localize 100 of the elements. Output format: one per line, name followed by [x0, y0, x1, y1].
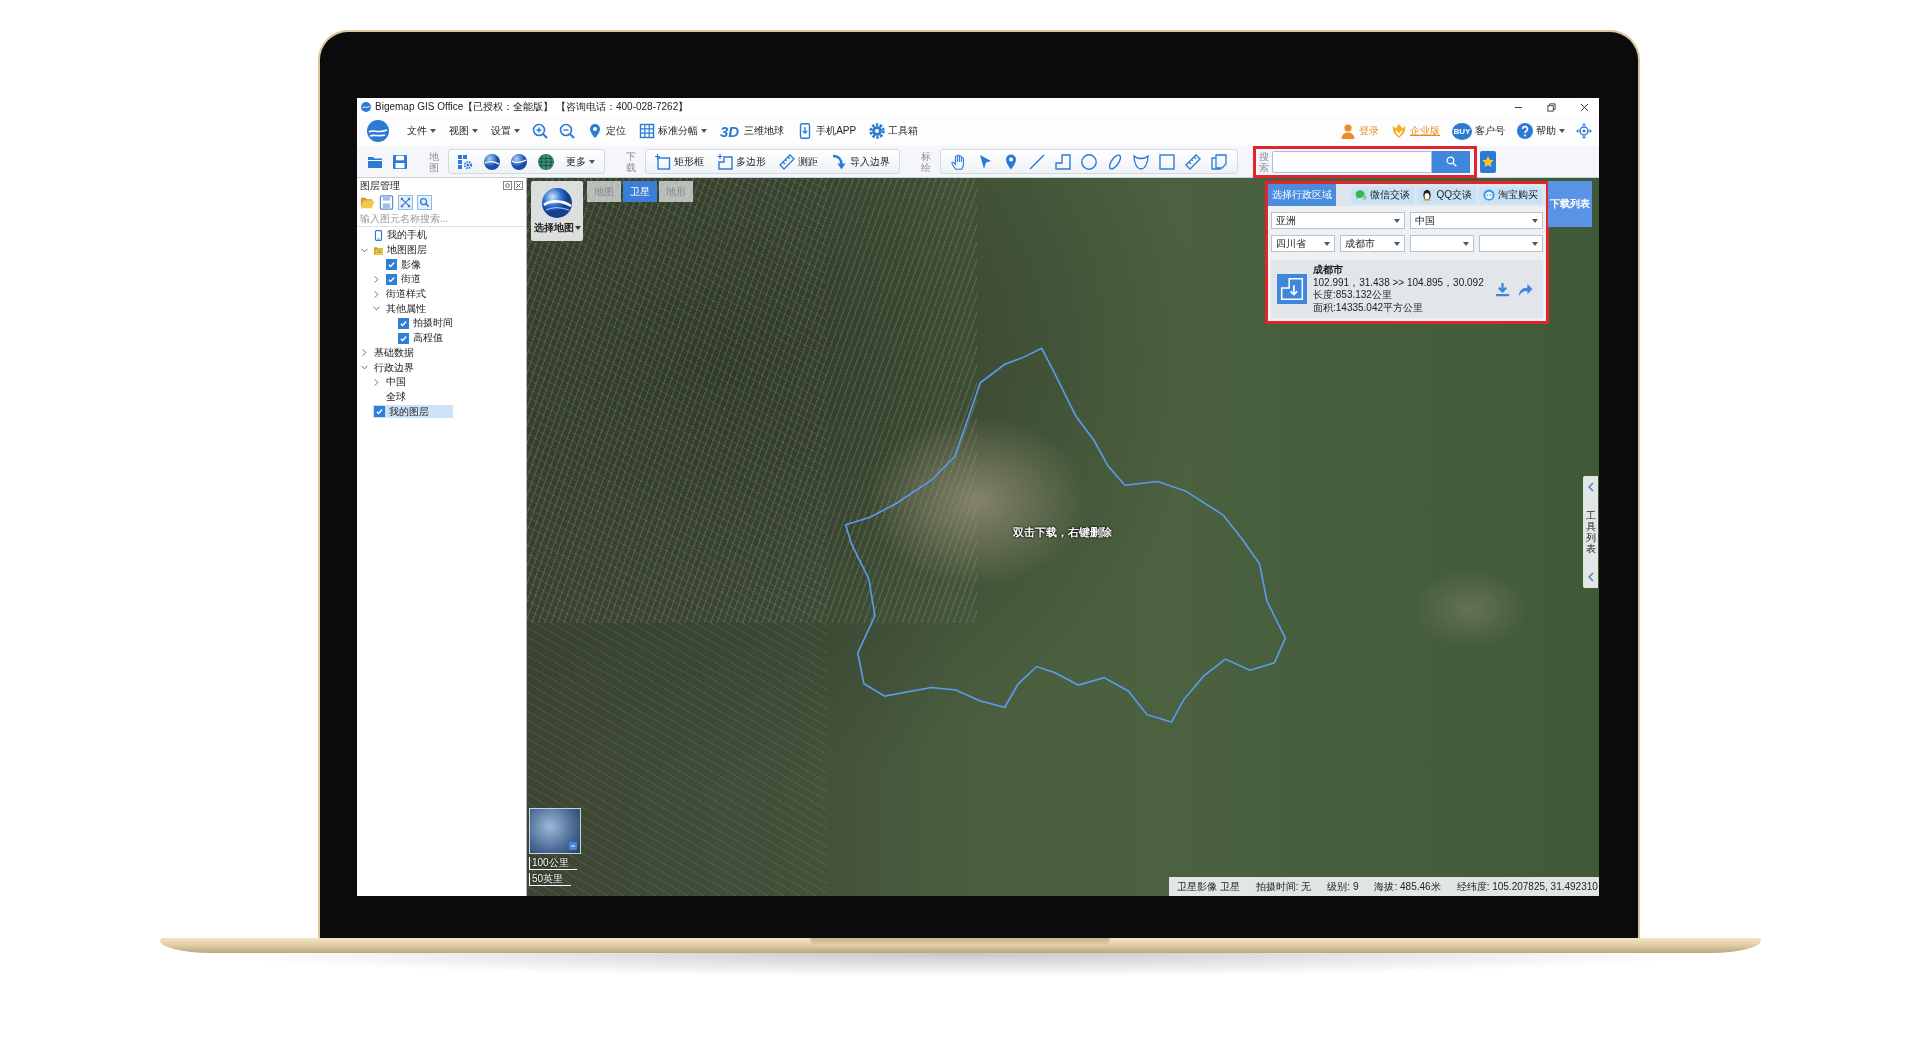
caret-icon: [1559, 129, 1565, 133]
dock-icon[interactable]: [503, 181, 512, 190]
help-button[interactable]: 帮助: [1516, 123, 1566, 139]
tree-item[interactable]: 中国: [385, 375, 409, 389]
cup-shape-icon[interactable]: [1133, 153, 1149, 170]
satellite-map-photo[interactable]: [527, 178, 1599, 896]
toolbar-caption: 搜索: [1259, 150, 1269, 173]
expand-arrows-icon[interactable]: [398, 194, 413, 210]
tree-item[interactable]: 基础数据: [373, 346, 417, 360]
hand-icon[interactable]: [951, 153, 967, 170]
grid-icon: [639, 123, 655, 139]
download-tool-button[interactable]: 矩形框: [654, 153, 705, 170]
save-icon[interactable]: [379, 194, 394, 210]
tree-item[interactable]: 地图图层: [373, 243, 430, 257]
zoom-out-icon[interactable]: [559, 123, 575, 139]
download-tool-button[interactable]: 多边形: [716, 153, 767, 170]
layer-search-field[interactable]: 输入图元名称搜索...: [357, 211, 526, 227]
tree-item[interactable]: 拍摄时间: [397, 316, 456, 330]
checkbox[interactable]: [374, 406, 385, 418]
chevron-down-icon[interactable]: [361, 364, 368, 372]
dropdown[interactable]: 四川省: [1271, 235, 1336, 252]
dropdown[interactable]: 中国: [1409, 212, 1543, 229]
chevron-right-icon[interactable]: [361, 349, 368, 357]
tree-item[interactable]: 行政边界: [373, 361, 417, 375]
search-icon[interactable]: [417, 194, 432, 210]
chevron-right-icon[interactable]: [373, 275, 380, 283]
menu-button[interactable]: 设置: [490, 124, 521, 138]
tree-item[interactable]: 其他属性: [385, 302, 429, 316]
globe-icon[interactable]: [484, 153, 500, 170]
toolbox-button[interactable]: 工具箱: [868, 123, 920, 139]
locate-button[interactable]: 定位: [586, 123, 627, 139]
chevron-left-icon[interactable]: [1587, 572, 1594, 582]
sheet-button[interactable]: 标准分幅: [638, 123, 708, 139]
grid-gear-icon[interactable]: [457, 153, 473, 170]
globe-icon[interactable]: [511, 153, 527, 170]
checkbox[interactable]: [386, 273, 397, 285]
contact-button[interactable]: 淘宝购买: [1479, 186, 1542, 204]
crown-icon: [1391, 123, 1407, 139]
pages-icon[interactable]: [1211, 153, 1227, 170]
result-card[interactable]: 成都市 102.991，31.438 >> 104.895，30.092 长度:853.132公里 面积:14335.042平方公里: [1271, 260, 1543, 318]
tree-item[interactable]: 我的手机: [373, 228, 430, 242]
search-button[interactable]: [1432, 150, 1470, 173]
dropdown[interactable]: 亚洲: [1271, 212, 1405, 229]
tree-item[interactable]: 街道样式: [385, 287, 429, 301]
minimap-photo[interactable]: [529, 808, 581, 854]
tree-item[interactable]: 高程值: [397, 331, 446, 345]
caret-icon: [1462, 241, 1469, 246]
menu-button[interactable]: 文件: [406, 124, 437, 138]
contact-button[interactable]: QQ交谈: [1417, 186, 1476, 204]
menu-button[interactable]: 视图: [448, 124, 479, 138]
save-icon[interactable]: [392, 153, 408, 170]
map-hint-label: 双击下载，右键删除: [1013, 525, 1112, 540]
chevron-left-icon[interactable]: [1587, 482, 1594, 492]
checkbox[interactable]: [398, 317, 409, 329]
tree-item[interactable]: 我的图层: [373, 405, 453, 419]
tree-item[interactable]: 街道: [385, 272, 424, 286]
person-icon: [1340, 123, 1356, 139]
chevron-right-icon[interactable]: [373, 378, 380, 386]
ruler-icon[interactable]: [1185, 153, 1201, 170]
line-icon[interactable]: [1029, 153, 1045, 170]
close-icon[interactable]: [1580, 102, 1589, 112]
caret-icon: [1532, 241, 1538, 246]
chevron-down-icon[interactable]: [361, 246, 368, 254]
tool-list-tab[interactable]: 工具列表: [1583, 476, 1598, 588]
rectangle-icon[interactable]: [1159, 153, 1175, 170]
ellipse-icon[interactable]: [1107, 153, 1123, 170]
chevron-right-icon[interactable]: [373, 290, 380, 298]
mode-toggle-icon[interactable]: [569, 842, 577, 850]
checkbox[interactable]: [398, 332, 409, 344]
status-text: 经纬度: 105.207825, 31.492310: [1456, 879, 1598, 894]
download-tool-button[interactable]: 导入边界: [830, 153, 891, 170]
pin-icon[interactable]: [1003, 153, 1019, 170]
target-icon[interactable]: [1576, 123, 1592, 139]
circle-icon[interactable]: [1081, 153, 1097, 170]
download-icon[interactable]: [1495, 281, 1510, 297]
zoom-in-icon[interactable]: [532, 123, 548, 139]
map-type-tab[interactable]: 卫星: [623, 181, 657, 202]
search-field[interactable]: [1272, 150, 1432, 173]
download-tool-button[interactable]: 测距: [778, 153, 819, 170]
ruler-icon: [779, 153, 795, 170]
earth-grid-icon[interactable]: [538, 153, 554, 170]
close-icon[interactable]: [514, 181, 523, 190]
app-logo-icon[interactable]: [367, 120, 389, 142]
globe-3d-button[interactable]: 3D 三维地球: [719, 122, 786, 140]
contact-button[interactable]: 微信交谈: [1351, 186, 1415, 204]
more-button[interactable]: 更多: [565, 154, 596, 169]
customer-button[interactable]: BUY 客户号: [1451, 122, 1506, 140]
tree-item[interactable]: 全球: [385, 390, 409, 404]
download-area-icon: [1277, 274, 1307, 304]
share-arrow-icon[interactable]: [1518, 281, 1533, 297]
restore-icon[interactable]: [1547, 102, 1556, 112]
checkbox[interactable]: [386, 259, 397, 271]
dropdown[interactable]: 成都市: [1340, 235, 1405, 252]
step-shape-icon[interactable]: [1055, 153, 1071, 170]
tree-item[interactable]: 影像: [385, 258, 424, 272]
map-selector-button[interactable]: 选择地图: [531, 181, 583, 241]
scale-label: 100公里: [529, 857, 577, 870]
chevron-down-icon[interactable]: [373, 305, 380, 313]
mobile-app-button[interactable]: 手机APP: [796, 123, 858, 139]
pointer-icon[interactable]: [977, 153, 993, 170]
